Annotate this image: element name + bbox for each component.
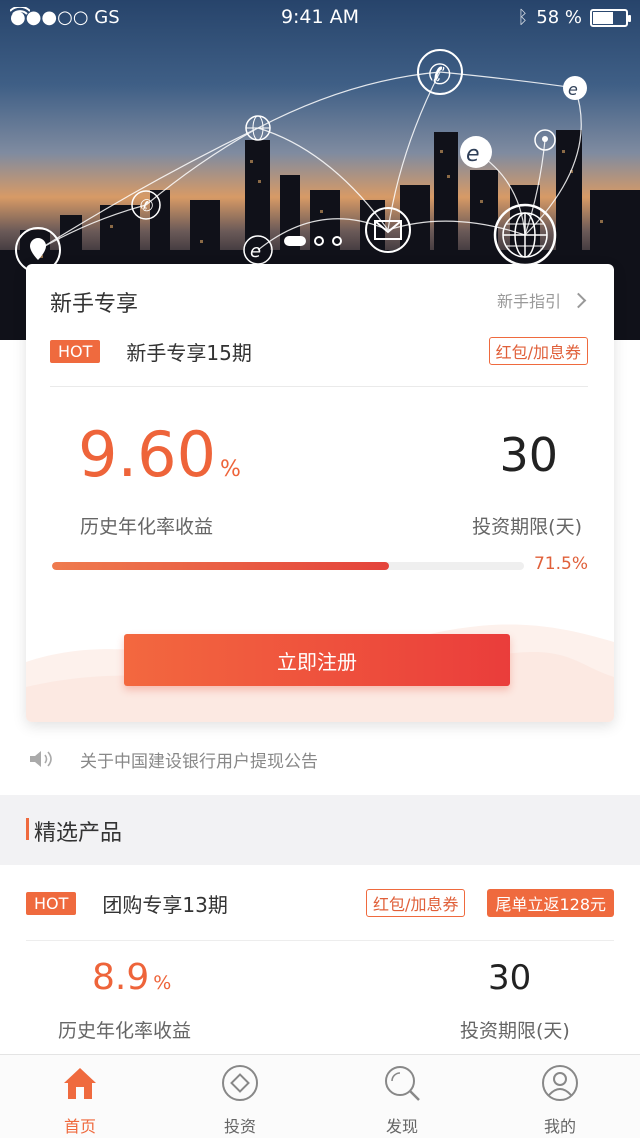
- announcement-text: 关于中国建设银行用户提现公告: [80, 751, 318, 772]
- rate-unit: %: [220, 457, 241, 482]
- term-label: 投资期限(天): [472, 516, 582, 538]
- divider: [50, 386, 588, 387]
- featured-section-header: 精选产品: [0, 795, 640, 865]
- annual-rate: 9.60%: [78, 424, 241, 501]
- announcement-bar[interactable]: 关于中国建设银行用户提现公告: [28, 744, 318, 774]
- term-label: 投资期限(天): [460, 1020, 570, 1042]
- section-accent-bar: [26, 818, 29, 840]
- tab-label: 投资: [223, 1117, 256, 1136]
- bottom-tab-bar: 首页 投资 发现 我的: [0, 1054, 640, 1138]
- carousel-dot[interactable]: [332, 236, 342, 246]
- tab-label: 发现: [385, 1117, 418, 1136]
- globe-icon: [245, 115, 271, 141]
- product-header: HOT 新手专享15期 红包/加息券: [50, 336, 588, 366]
- hot-badge: HOT: [26, 891, 77, 915]
- speaker-icon: [30, 751, 52, 767]
- location-icon: [534, 129, 556, 151]
- rate-unit: %: [153, 972, 172, 994]
- invest-icon: [222, 1065, 258, 1101]
- globe-icon: [493, 203, 557, 267]
- svg-text:✆: ✆: [428, 58, 451, 91]
- product-name: 新手专享15期: [126, 340, 252, 365]
- tab-label: 首页: [63, 1117, 96, 1136]
- register-button[interactable]: 立即注册: [124, 634, 510, 686]
- battery-status: ᛒ 58 %: [517, 7, 631, 28]
- divider: [26, 940, 614, 941]
- term-days: 30: [499, 428, 558, 482]
- app-root: ✆ e ✆ e e ●●●○○ GS 9:41 AM ᛒ 58 % 新手专享 新…: [0, 0, 640, 1138]
- term-days: 30: [488, 958, 532, 998]
- phone-icon: ✆: [417, 49, 463, 95]
- coupon-tag: 红包/加息券: [366, 889, 466, 917]
- bluetooth-icon: ᛒ: [517, 7, 529, 28]
- chevron-right-icon: [570, 292, 587, 308]
- tab-label: 我的: [543, 1117, 576, 1136]
- carousel-dot[interactable]: [314, 236, 324, 246]
- svg-text:e: e: [568, 80, 578, 99]
- hot-badge: HOT: [50, 339, 101, 363]
- newbie-product-card[interactable]: 新手专享 新手指引 HOT 新手专享15期 红包/加息券 9.60% 30 历史…: [26, 264, 614, 722]
- home-icon: [64, 1068, 96, 1099]
- newbie-guide-link[interactable]: 新手指引: [496, 288, 587, 312]
- svg-text:e: e: [466, 142, 480, 167]
- status-bar: ●●●○○ GS 9:41 AM ᛒ 58 %: [0, 0, 640, 36]
- progress-fill: [52, 562, 390, 570]
- browser-e-icon: e: [460, 136, 492, 168]
- section-title: 精选产品: [34, 821, 123, 846]
- search-icon: [385, 1066, 420, 1101]
- user-icon: [542, 1065, 578, 1101]
- carousel-dots: [284, 236, 342, 246]
- carousel-dot-active[interactable]: [284, 236, 306, 246]
- svg-text:e: e: [250, 241, 261, 262]
- cashback-badge: 尾单立返128元: [487, 889, 614, 917]
- card-title: 新手专享: [50, 292, 139, 317]
- product-name: 团购专享13期: [102, 892, 228, 917]
- tab-invest[interactable]: 投资: [180, 1063, 300, 1137]
- guide-label: 新手指引: [496, 292, 561, 311]
- rate-label: 历史年化率收益: [80, 516, 214, 538]
- tab-mine[interactable]: 我的: [500, 1063, 620, 1137]
- rate-label: 历史年化率收益: [58, 1020, 192, 1042]
- featured-product-header[interactable]: HOT 团购专享13期 红包/加息券 尾单立返128元: [26, 888, 614, 918]
- browser-e-icon: e: [563, 76, 587, 100]
- progress-bar: [52, 562, 524, 570]
- tab-home[interactable]: 首页: [20, 1063, 140, 1137]
- rate-value: 8.9: [92, 957, 150, 998]
- progress-text: 71.5%: [533, 554, 588, 574]
- tab-discover[interactable]: 发现: [342, 1063, 462, 1137]
- svg-text:✆: ✆: [140, 196, 153, 215]
- rate-value: 9.60: [78, 418, 217, 491]
- annual-rate: 8.9%: [92, 958, 171, 1003]
- battery-icon: [590, 8, 631, 27]
- battery-percent: 58 %: [536, 7, 582, 28]
- coupon-tag: 红包/加息券: [488, 337, 588, 365]
